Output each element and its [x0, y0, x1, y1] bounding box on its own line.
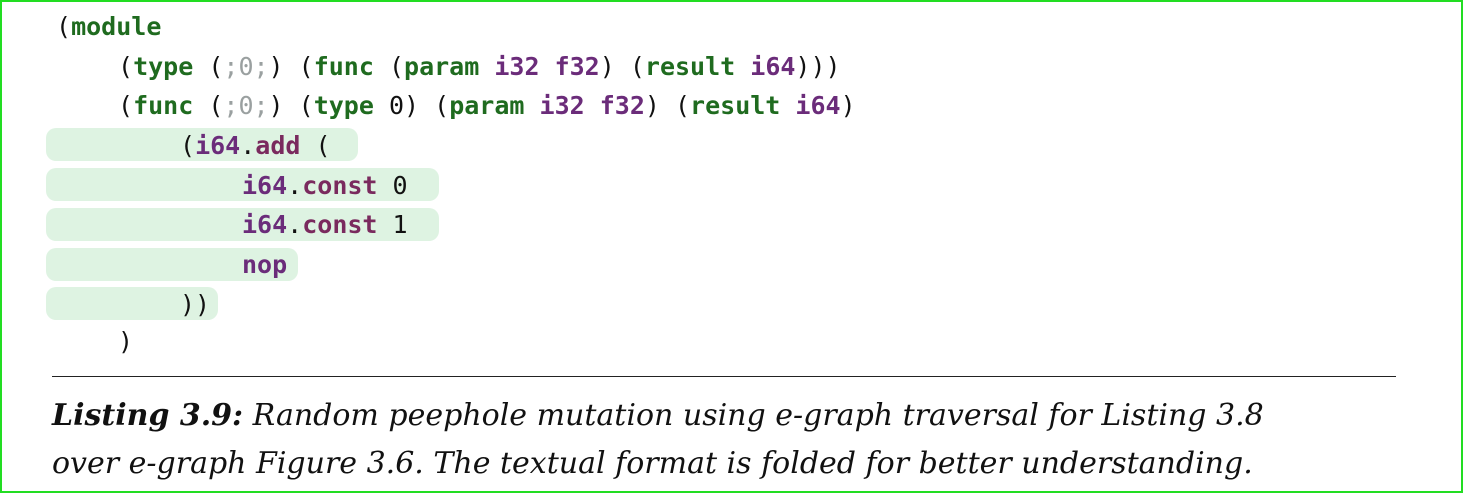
paren: ) ( — [268, 52, 314, 81]
type-i64: i64 — [242, 171, 288, 200]
paren: )) — [180, 290, 211, 319]
paren: ) — [118, 327, 134, 356]
paren: ( — [56, 12, 72, 41]
type-i64: i64 — [242, 210, 288, 239]
index-comment: ;0; — [223, 52, 269, 81]
code-line-type: (type (;0;) (func (param i32 f32) (resul… — [118, 50, 841, 83]
type-i64: i64 — [195, 131, 241, 160]
op-const: const — [302, 171, 378, 200]
keyword-type: type — [313, 91, 374, 120]
code-line-nop: nop — [242, 248, 287, 281]
const-value: 0 — [377, 171, 408, 200]
paren: ( — [118, 91, 134, 120]
code-line-func: (func (;0;) (type 0) (param i32 f32) (re… — [118, 89, 856, 122]
paren: ) ( — [644, 91, 691, 120]
type-f32: f32 — [599, 91, 645, 120]
keyword-func: func — [133, 91, 194, 120]
paren: ( — [373, 52, 405, 81]
dot: . — [287, 210, 303, 239]
caption-line-1: Listing 3.9: Random peephole mutation us… — [52, 392, 1412, 440]
index-comment: ;0; — [223, 91, 269, 120]
listing-caption: Listing 3.9: Random peephole mutation us… — [52, 392, 1412, 488]
keyword-module: module — [71, 12, 162, 41]
op-const: const — [302, 210, 378, 239]
paren: ( — [118, 52, 134, 81]
op-add: add — [255, 131, 301, 160]
caption-line-2: over e-graph Figure 3.6. The textual for… — [52, 440, 1412, 488]
code-line-close-add: )) — [180, 288, 210, 321]
code-line-module: (module — [56, 10, 161, 43]
paren: ))) — [795, 52, 841, 81]
keyword-func: func — [313, 52, 374, 81]
code-line-const1: i64.const 1 — [242, 208, 408, 241]
code-line-const0: i64.const 0 — [242, 169, 408, 202]
keyword-type: type — [133, 52, 194, 81]
type-i64: i64 — [750, 52, 796, 81]
const-value: 1 — [377, 210, 408, 239]
paren: ( — [300, 131, 331, 160]
dot: . — [240, 131, 256, 160]
type-i64: i64 — [795, 91, 841, 120]
dot: . — [287, 171, 303, 200]
paren: ( — [193, 52, 224, 81]
keyword-result: result — [690, 91, 781, 120]
caption-divider — [52, 376, 1396, 377]
caption-label: Listing 3.9: — [52, 398, 244, 433]
caption-text-2: over e-graph Figure 3.6. The textual for… — [52, 446, 1253, 481]
paren: ( — [180, 131, 196, 160]
code-line-close-func: ) — [118, 325, 133, 358]
paren: ) ( — [268, 91, 314, 120]
code-line-add: (i64.add ( — [180, 129, 331, 162]
type-i32: i32 — [539, 91, 585, 120]
keyword-param: param — [404, 52, 480, 81]
paren: ( — [193, 91, 224, 120]
keyword-param: param — [449, 91, 525, 120]
paren: ) — [840, 91, 856, 120]
type-f32: f32 — [554, 52, 600, 81]
op-nop: nop — [242, 250, 288, 279]
paren: ) ( — [599, 52, 645, 81]
keyword-result: result — [644, 52, 736, 81]
caption-text-1: Random peephole mutation using e-graph t… — [243, 398, 1264, 433]
type-index: 0) ( — [373, 91, 450, 120]
type-i32: i32 — [494, 52, 540, 81]
